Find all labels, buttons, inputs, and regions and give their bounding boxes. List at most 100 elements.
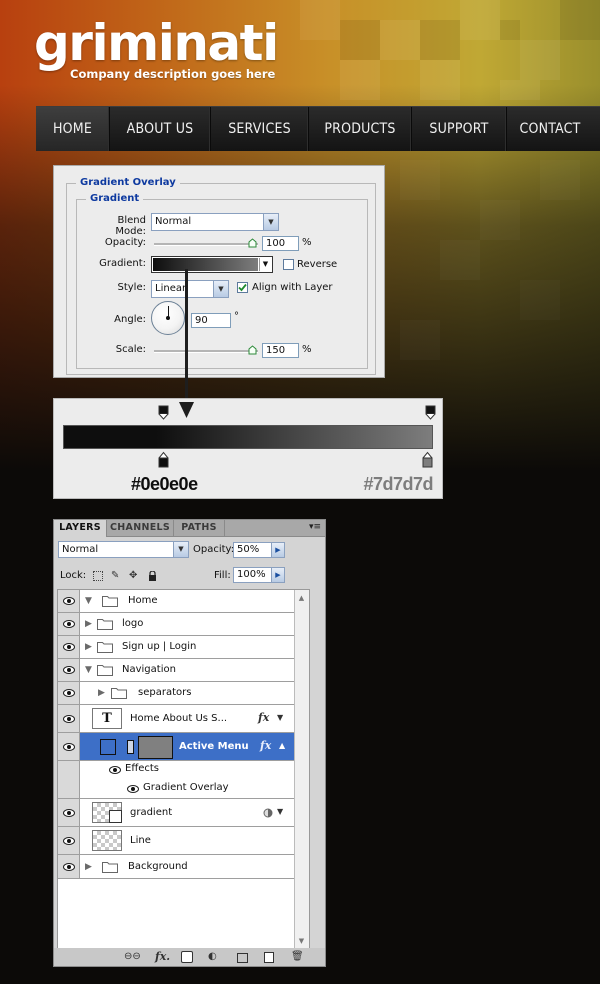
nav-products[interactable]: PRODUCTS	[309, 107, 412, 151]
effect-row-gradient-overlay[interactable]: Gradient Overlay	[80, 779, 309, 799]
lock-all-icon[interactable]	[148, 571, 158, 581]
new-layer-icon[interactable]	[264, 952, 274, 963]
opacity-slider[interactable]	[154, 243, 258, 246]
link-layers-icon[interactable]: ⊖⊖	[124, 951, 141, 962]
chevron-down-icon: ▼	[213, 281, 228, 297]
nav-support[interactable]: SUPPORT	[412, 107, 507, 151]
nav-services[interactable]: SERVICES	[211, 107, 309, 151]
scroll-down-icon[interactable]: ▼	[297, 937, 306, 946]
gradient-picker[interactable]: ▼	[151, 256, 273, 273]
fx-icon[interactable]: fx	[258, 711, 269, 724]
visibility-toggle[interactable]	[58, 682, 80, 705]
chevron-down-icon[interactable]: ▼	[277, 713, 283, 722]
tab-channels[interactable]: CHANNELS	[107, 520, 174, 536]
add-mask-icon[interactable]	[181, 951, 193, 963]
fx-icon[interactable]: fx	[260, 739, 271, 752]
layer-row-background[interactable]: ▶ Background	[58, 855, 309, 879]
scroll-up-icon[interactable]: ▲	[297, 594, 306, 603]
layer-row-line[interactable]: Line	[80, 827, 309, 855]
layer-row-signup[interactable]: ▶ Sign up | Login	[80, 636, 309, 659]
fill-input[interactable]: 100% ▶	[233, 567, 285, 583]
folder-icon	[102, 596, 118, 607]
color-stop-left[interactable]	[158, 451, 169, 468]
chevron-down-icon[interactable]: ▼	[277, 807, 283, 816]
scale-slider-thumb[interactable]	[248, 345, 257, 355]
visibility-toggle[interactable]	[58, 590, 80, 612]
color-stop-right[interactable]	[422, 451, 433, 468]
layer-row-separators[interactable]: ▶ separators	[80, 682, 309, 705]
lock-position-icon[interactable]: ✥	[129, 571, 139, 581]
layer-row-home[interactable]: ▼ Home	[58, 590, 309, 613]
eye-icon	[63, 643, 75, 651]
nav-contact[interactable]: CONTACT	[507, 107, 593, 151]
visibility-toggle[interactable]	[58, 855, 80, 878]
layer-name: Home	[128, 595, 158, 606]
style-value: Linear	[155, 283, 187, 294]
chevron-up-icon[interactable]: ▲	[279, 741, 285, 750]
scale-input[interactable]: 150	[262, 343, 299, 358]
opacity-slider-thumb[interactable]	[248, 238, 257, 248]
layer-thumb	[92, 802, 122, 823]
opacity-stop-right[interactable]	[425, 405, 436, 421]
effects-row[interactable]: Effects	[80, 761, 309, 779]
angle-input[interactable]: 90	[191, 313, 231, 328]
visibility-toggle[interactable]	[58, 733, 80, 761]
opacity-stop-left[interactable]	[158, 405, 169, 421]
visibility-toggle[interactable]	[58, 799, 80, 827]
layer-opacity-input[interactable]: 50% ▶	[233, 542, 285, 558]
opacity-input[interactable]: 100	[262, 236, 299, 251]
reverse-checkbox[interactable]	[283, 259, 294, 270]
angle-label: Angle:	[114, 314, 146, 325]
expand-triangle-icon[interactable]: ▶	[85, 619, 92, 629]
lock-pixels-icon[interactable]: ✎	[111, 571, 121, 581]
layer-row-text[interactable]: T Home About Us S... fx ▼	[80, 705, 309, 733]
style-select[interactable]: Linear ▼	[151, 280, 229, 298]
reverse-label: Reverse	[297, 259, 338, 270]
angle-unit: °	[234, 311, 239, 322]
main-navigation: HOME ABOUT US SERVICES PRODUCTS SUPPORT …	[36, 106, 600, 151]
angle-dial[interactable]	[151, 301, 185, 335]
collapse-triangle-icon[interactable]: ▼	[85, 665, 92, 675]
lock-transparency-icon[interactable]	[93, 571, 103, 581]
visibility-toggle[interactable]	[58, 827, 80, 855]
layer-row-navigation[interactable]: ▼ Navigation	[80, 659, 309, 682]
nav-about-us[interactable]: ABOUT US	[110, 107, 211, 151]
gradient-overlay-dialog: Gradient Overlay Gradient Blend Mode: No…	[53, 165, 385, 378]
add-style-icon[interactable]: fx.	[155, 950, 170, 963]
gradient-bar[interactable]	[63, 425, 433, 449]
layer-row-gradient[interactable]: gradient ▼	[80, 799, 309, 827]
layer-blend-mode-select[interactable]: Normal ▼	[58, 541, 189, 558]
visibility-toggle[interactable]	[58, 705, 80, 733]
align-with-layer-checkbox[interactable]	[237, 282, 248, 293]
visibility-toggle[interactable]	[58, 636, 80, 659]
tab-layers[interactable]: LAYERS	[54, 520, 107, 537]
layer-name: gradient	[130, 807, 173, 818]
expand-triangle-icon[interactable]: ▶	[85, 642, 92, 652]
site-logo[interactable]: griminati	[34, 14, 279, 72]
visibility-toggle[interactable]	[58, 659, 80, 682]
eye-icon[interactable]	[127, 785, 139, 793]
trash-icon[interactable]: 🗑	[291, 951, 304, 962]
new-group-icon[interactable]	[237, 953, 248, 963]
blend-mode-select[interactable]: Normal ▼	[151, 213, 279, 231]
chevron-down-icon: ▼	[173, 542, 188, 557]
expand-triangle-icon[interactable]: ▶	[85, 862, 92, 872]
tab-paths[interactable]: PATHS	[174, 520, 225, 536]
layers-scrollbar[interactable]: ▲ ▼	[294, 590, 309, 950]
link-icon[interactable]	[127, 740, 134, 754]
layer-row-active-menu[interactable]: Active Menu fx ▲	[80, 733, 309, 761]
expand-triangle-icon[interactable]: ▶	[98, 688, 105, 698]
layer-name: Home About Us S...	[130, 713, 228, 724]
chevron-right-icon: ▶	[271, 568, 284, 582]
collapse-triangle-icon[interactable]: ▼	[85, 596, 92, 606]
scale-slider[interactable]	[154, 350, 258, 353]
panel-menu-icon[interactable]: ▾≡	[309, 522, 321, 532]
visibility-toggle[interactable]	[58, 613, 80, 636]
layer-row-logo[interactable]: ▶ logo	[80, 613, 309, 636]
visibility-column	[58, 761, 80, 799]
layer-mask-thumb	[138, 736, 173, 759]
blending-options-icon[interactable]	[263, 808, 273, 818]
adjustment-layer-icon[interactable]: ◐	[208, 951, 217, 962]
nav-home[interactable]: HOME	[36, 107, 110, 151]
eye-icon[interactable]	[109, 766, 121, 774]
